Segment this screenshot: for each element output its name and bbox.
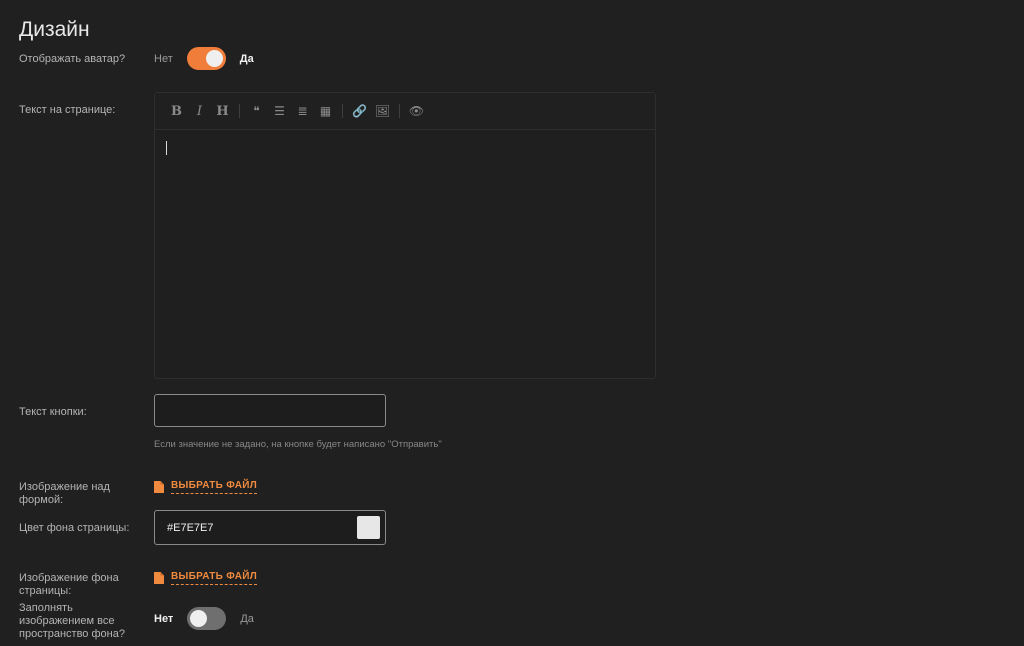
markdown-editor: B I H ❝ ☰ ≣ ▦ 🔗 🖼 👁	[154, 92, 656, 379]
avatar-toggle-row: Нет Да	[154, 47, 254, 70]
fill-bg-toggle[interactable]	[187, 607, 227, 630]
avatar-label: Отображать аватар?	[19, 53, 126, 65]
page-text-label: Текст на странице:	[19, 104, 116, 116]
button-text-hint: Если значение не задано, на кнопке будет…	[154, 439, 442, 450]
bold-icon[interactable]: B	[165, 100, 188, 123]
fill-bg-toggle-row: Нет Да	[154, 607, 254, 630]
heading-icon[interactable]: H	[211, 100, 234, 123]
fill-bg-off-label[interactable]: Нет	[154, 613, 173, 625]
editor-text-area[interactable]	[155, 130, 655, 378]
editor-toolbar: B I H ❝ ☰ ≣ ▦ 🔗 🖼 👁	[155, 93, 655, 130]
quote-icon[interactable]: ❝	[245, 100, 268, 123]
choose-file-link[interactable]: ВЫБРАТЬ ФАЙЛ	[171, 480, 258, 494]
page-title: Дизайн	[19, 18, 90, 42]
color-swatch[interactable]	[357, 516, 380, 539]
toolbar-separator	[399, 104, 400, 118]
avatar-on-label[interactable]: Да	[240, 53, 254, 65]
text-caret	[166, 141, 167, 155]
bg-image-choose-file[interactable]: ВЫБРАТЬ ФАЙЛ	[154, 571, 258, 585]
file-icon	[154, 572, 164, 584]
bg-color-field[interactable]: #E7E7E7	[154, 510, 386, 545]
fill-bg-label: Заполнять изображением все пространство …	[19, 602, 125, 640]
numbered-list-icon[interactable]: ≣	[291, 100, 314, 123]
avatar-off-label[interactable]: Нет	[154, 53, 173, 65]
avatar-toggle[interactable]	[186, 47, 226, 70]
toggle-knob	[205, 50, 223, 67]
bg-image-label: Изображение фона страницы:	[19, 572, 119, 597]
table-icon[interactable]: ▦	[314, 100, 337, 123]
toolbar-separator	[239, 104, 240, 118]
button-text-input[interactable]	[154, 394, 386, 427]
link-icon[interactable]: 🔗	[348, 100, 371, 123]
toolbar-separator	[342, 104, 343, 118]
button-text-label: Текст кнопки:	[19, 406, 87, 418]
form-image-label: Изображение над формой:	[19, 481, 110, 506]
choose-file-link[interactable]: ВЫБРАТЬ ФАЙЛ	[171, 571, 258, 585]
fill-bg-on-label[interactable]: Да	[240, 613, 254, 625]
bullet-list-icon[interactable]: ☰	[268, 100, 291, 123]
file-icon	[154, 481, 164, 493]
image-icon[interactable]: 🖼	[371, 100, 394, 123]
italic-icon[interactable]: I	[188, 100, 211, 123]
toggle-knob	[190, 610, 208, 627]
preview-eye-icon[interactable]: 👁	[405, 100, 428, 123]
form-image-choose-file[interactable]: ВЫБРАТЬ ФАЙЛ	[154, 480, 258, 494]
bg-color-label: Цвет фона страницы:	[19, 522, 130, 534]
bg-color-value: #E7E7E7	[167, 521, 214, 534]
